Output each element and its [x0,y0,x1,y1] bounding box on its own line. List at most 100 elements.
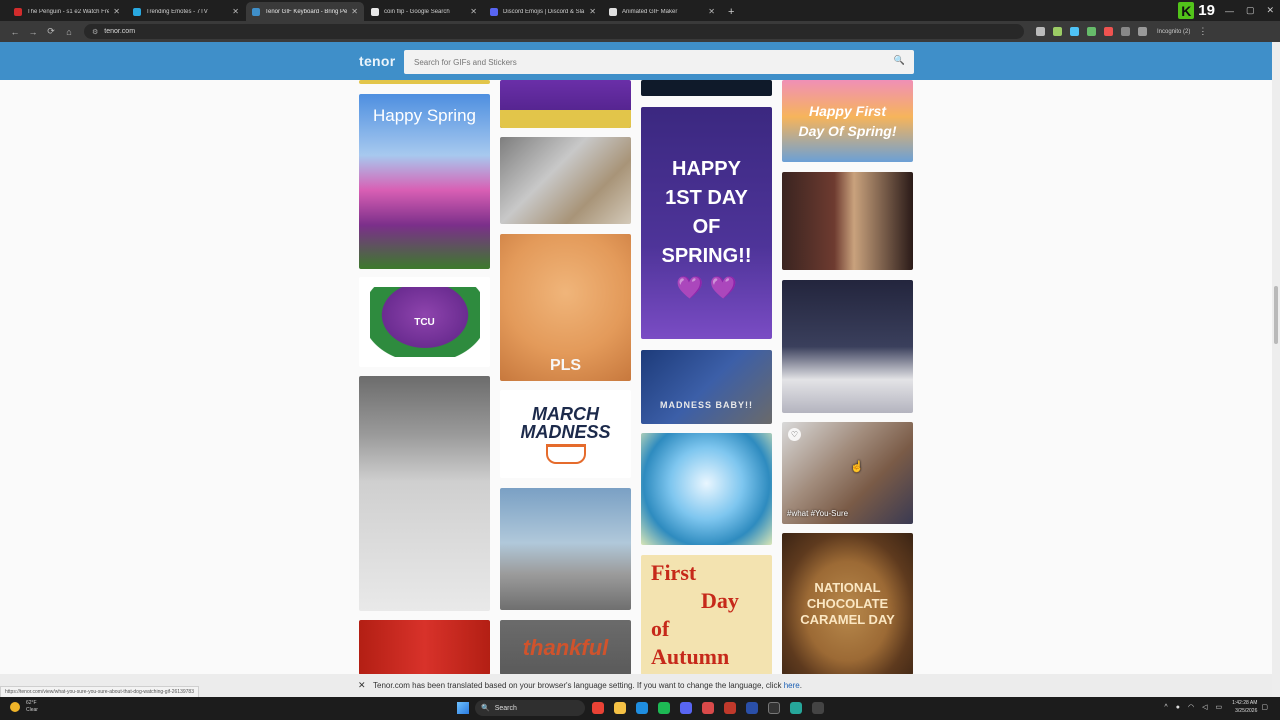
close-notice-icon[interactable]: ✕ [358,680,366,691]
tab-close-icon[interactable]: ✕ [589,7,596,16]
translation-text: Tenor.com has been translated based on y… [373,681,782,690]
gif-tile-march-madness[interactable]: MARCH MADNESS [500,390,631,478]
chrome-icon[interactable] [592,702,604,714]
tab-close-icon[interactable]: ✕ [351,7,358,16]
clock-time: 1:42:28 AM [1232,700,1258,706]
scrollbar-thumb[interactable] [1274,286,1278,344]
page-scrollbar[interactable] [1272,42,1280,697]
incognito-indicator[interactable]: Incognito (2) [1157,29,1190,35]
tab-close-icon[interactable]: ✕ [470,7,477,16]
gif-tile-first-day-of-spring[interactable]: HAPPY 1ST DAY OF SPRING!! 💜 💜 [641,107,772,339]
gif-tags[interactable]: #what #You-Sure [782,509,848,524]
extension-icon[interactable] [1087,27,1096,36]
browser-tab[interactable]: Trending Emotes - 7TV ✕ [127,2,245,21]
app-icon[interactable] [812,702,824,714]
taskbar-clock[interactable]: 1:42:28 AM 3/25/2026 [1232,699,1257,715]
downloads-icon[interactable] [1138,27,1147,36]
taskbar-search[interactable]: 🔍 Search [475,700,585,716]
gif-caption: Day [701,588,739,613]
gif-tile-you-sure-dog[interactable]: ♡ ☝ #what #You-Sure [782,422,913,524]
change-language-link[interactable]: here [784,681,800,690]
gif-tile-tcu-frog[interactable]: TCU [359,277,490,367]
gif-tile-anime-crying[interactable] [641,433,772,545]
app-icon[interactable] [790,702,802,714]
discord-icon[interactable] [680,702,692,714]
edge-icon[interactable] [636,702,648,714]
extensions-puzzle-icon[interactable] [1121,27,1130,36]
favorite-heart-icon[interactable]: ♡ [788,428,801,441]
system-tray: ^ ● ◠ ◁ ▭ 1:42:28 AM 3/25/2026 ▢ [1160,699,1272,715]
tab-close-icon[interactable]: ✕ [708,7,715,16]
gif-tile-basketball-players[interactable] [782,280,913,413]
acrobat-icon[interactable] [724,702,736,714]
extension-icon[interactable] [1104,27,1113,36]
gif-tile[interactable] [641,80,772,96]
photoshop-icon[interactable] [746,702,758,714]
gif-tile-pls-cat[interactable]: PLS [500,234,631,381]
tab-favicon-icon [14,7,22,16]
notifications-icon[interactable]: ▢ [1261,703,1268,711]
tab-favicon-icon [371,7,379,16]
gif-tile-madness-baby[interactable]: MADNESS BABY!! [641,350,772,424]
maximize-icon[interactable]: ▢ [1246,5,1255,16]
gif-tile-cat-driving[interactable] [500,137,631,224]
site-info-icon[interactable]: ⚙ [92,28,98,36]
terminal-icon[interactable] [768,702,780,714]
search-icon[interactable]: 🔍 [894,55,905,66]
file-explorer-icon[interactable] [614,702,626,714]
gif-tile-happy-first-day-of-spring[interactable]: Happy First Day Of Spring! [782,80,913,162]
back-icon[interactable]: ← [6,27,24,37]
spotify-icon[interactable] [658,702,670,714]
extension-icon[interactable] [1053,27,1062,36]
address-bar[interactable]: ⚙ tenor.com [84,24,1024,39]
gif-tile-mosque[interactable] [500,80,631,128]
gif-tile-chocolate-caramel-day[interactable]: NATIONAL CHOCOLATE CARAMEL DAY [782,533,913,675]
reload-icon[interactable]: ⟳ [42,26,60,37]
frog-icon: TCU [369,287,480,357]
search-icon: 🔍 [481,705,490,712]
browser-tab[interactable]: Tenor GIF Keyboard - Bring Per ✕ [246,2,364,21]
extension-icon[interactable] [1070,27,1079,36]
browser-tab[interactable]: coin flip - Google Search ✕ [365,2,483,21]
gif-tile[interactable] [359,80,490,84]
forward-icon[interactable]: → [24,27,42,37]
browser-tab[interactable]: The Penguin - s1 e2 Watch Fre ✕ [8,2,126,21]
volume-icon[interactable]: ◁ [1202,703,1207,711]
close-window-icon[interactable]: ✕ [1266,5,1274,16]
gif-tile-happy-spring[interactable]: Happy Spring [359,94,490,269]
battery-icon[interactable]: ▭ [1215,703,1222,711]
search-box[interactable]: 🔍 [404,50,914,74]
gif-tile-first-day-of-autumn[interactable]: First Day of Autumn [641,555,772,675]
new-tab-button[interactable]: + [728,6,734,18]
minimize-icon[interactable]: — [1225,6,1234,16]
search-input[interactable] [414,57,884,67]
weather-temp: 62°F [26,700,37,706]
gif-tile-thankful[interactable]: thankful [500,620,631,675]
tenor-logo[interactable]: tenor [359,53,396,69]
windows-start-icon[interactable] [457,702,469,714]
browser-tab[interactable]: Animated GIF Maker ✕ [603,2,721,21]
tab-close-icon[interactable]: ✕ [232,7,239,16]
browser-tab[interactable]: Discord Emojis | Discord & Sla ✕ [484,2,602,21]
address-text: tenor.com [104,28,136,35]
wifi-icon[interactable]: ◠ [1188,703,1194,711]
weather-widget[interactable]: 62°F Clear [10,700,38,714]
bookmark-star-icon[interactable] [1036,27,1045,36]
gif-tile-judge[interactable] [782,172,913,270]
k-extension-icon[interactable]: K [1178,2,1195,19]
chevron-up-icon[interactable]: ^ [1164,704,1167,711]
gif-tile-cats[interactable] [500,488,631,610]
extension-icons [1032,27,1151,36]
gif-tile[interactable] [359,620,490,675]
menu-kebab-icon[interactable]: ⋮ [1198,26,1207,37]
k-counter: 19 [1198,2,1215,19]
translation-period: . [799,681,802,690]
app-icon[interactable] [702,702,714,714]
tab-close-icon[interactable]: ✕ [113,7,120,16]
basketball-hoop-icon [545,443,586,464]
microphone-icon[interactable]: ● [1176,704,1180,711]
gif-tile-players-dancing[interactable] [359,376,490,611]
gif-caption: thankful [522,634,609,660]
home-icon[interactable]: ⌂ [60,27,78,37]
tab-title: Tenor GIF Keyboard - Bring Per [265,8,348,15]
